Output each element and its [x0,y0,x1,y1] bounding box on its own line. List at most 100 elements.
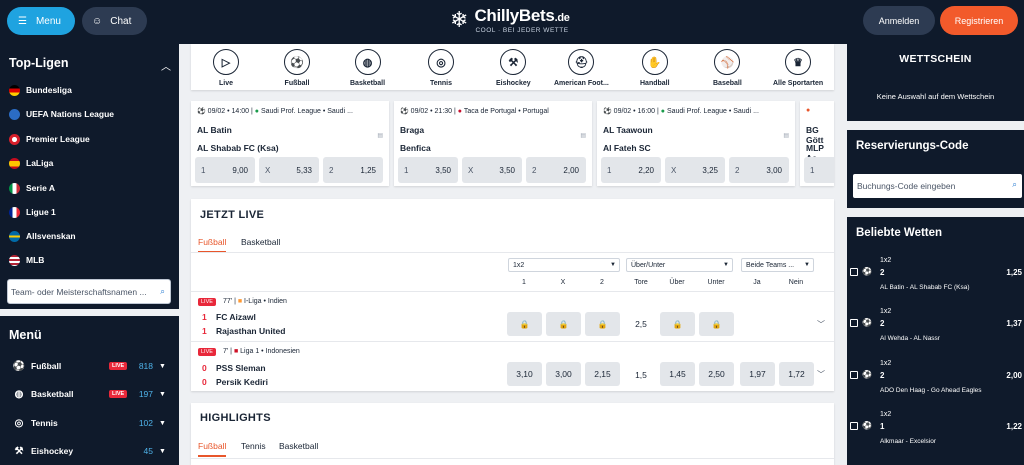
sport-all[interactable]: ♛ Alle Sportarten [773,49,823,87]
chevron-down-icon[interactable]: ▼ [159,448,166,455]
flag-icon [9,108,20,120]
tab-football[interactable]: Fußball [198,237,227,253]
bet-odd: 1,25 [1006,268,1022,277]
odd-button[interactable]: 2 3,00 [729,157,789,183]
basketball-icon: ◍ [354,49,381,75]
tab-basketball[interactable]: Basketball [279,441,318,451]
sport-tennis[interactable]: ◎ Tennis [428,49,454,87]
logo[interactable]: ❄ ChillyBets.de COOL · BEI JEDER WETTE [450,6,570,34]
chevron-down-icon[interactable]: ﹀ [817,319,825,330]
chevron-up-icon[interactable]: ︿ [161,58,171,73]
odd-button[interactable]: X 5,33 [259,157,319,183]
popular-bet[interactable]: ⚽ 1x2 1 1,22 Alkmaar - Excelsior [850,411,1022,455]
league-item[interactable]: Serie A [9,181,55,195]
event-card[interactable]: ● BG Gött MLP Ac 1 [800,101,834,186]
odd-button[interactable]: 1 3,50 [398,157,458,183]
chevron-down-icon[interactable]: ﹀ [817,369,825,380]
event-card[interactable]: ⚽ 09/02 • 14:00 | ● Saudi Prof. League •… [191,101,389,186]
football-icon: ⚽ [603,108,612,115]
chevron-down-icon[interactable]: ▼ [159,391,166,398]
odd-button[interactable]: X 3,50 [462,157,522,183]
league-item[interactable]: Premier League [9,132,90,146]
stats-icon[interactable]: ▤ [377,132,383,139]
login-button[interactable]: Anmelden [863,6,935,35]
popular-bet[interactable]: ⚽ 1x2 2 1,37 Al Wehda - AL Nassr [850,308,1022,352]
bet-checkbox[interactable] [850,371,858,379]
chevron-down-icon[interactable]: ▼ [159,420,166,427]
sport-baseball[interactable]: ⚾ Baseball [713,49,742,87]
sport-american-football[interactable]: ⛑ American Foot... [554,49,609,87]
bet-checkbox[interactable] [850,422,858,430]
away-team[interactable]: Rajasthan United [216,326,285,336]
league-search-input[interactable]: Team- oder Meisterschaftsnamen ... ⌕ [7,279,171,304]
odd-button[interactable]: 3,00 [546,362,581,386]
odd-button[interactable]: 3,10 [507,362,542,386]
search-icon[interactable]: ⌕ [1012,179,1017,190]
odd-button[interactable]: 1,45 [660,362,695,386]
stats-icon[interactable]: ▤ [580,132,586,139]
home-team[interactable]: PSS Sleman [216,363,266,373]
flag-icon [9,133,20,145]
odd-button[interactable]: 1,72 [779,362,814,386]
register-button[interactable]: Registrieren [940,6,1018,35]
home-team[interactable]: FC Aizawl [216,312,256,322]
event-card[interactable]: ⚽ 09/02 • 21:30 | ● Taca de Portugal • P… [394,101,592,186]
bet-match: ADO Den Haag - Go Ahead Eagles [880,387,982,394]
league-item[interactable]: Bundesliga [9,83,72,97]
goals-line: 1,5 [635,370,647,380]
market-select-over-under[interactable]: Über/Unter ▼ [626,258,733,272]
flag-icon: ■ [233,348,239,355]
live-badge: LIVE [198,348,216,356]
odd-button[interactable]: X 3,25 [665,157,725,183]
popular-bet[interactable]: ⚽ 1x2 2 1,25 AL Batin - AL Shabab FC (Ksa) [850,257,1022,301]
sport-icehockey[interactable]: ⚒ Eishockey [496,49,531,87]
chevron-down-icon[interactable]: ▼ [159,363,166,370]
menu-item-football[interactable]: ⚽ Fußball LIVE 818 ▼ [12,359,170,373]
tab-football[interactable]: Fußball [198,441,227,457]
event-count: 197 [138,389,153,399]
tab-basketball[interactable]: Basketball [241,237,280,247]
menu-item-basketball[interactable]: ◍ Basketball LIVE 197 ▼ [12,387,170,401]
league-item[interactable]: Allsvenskan [9,229,76,243]
sport-basketball[interactable]: ◍ Basketball [350,49,385,87]
stats-icon[interactable]: ▤ [783,132,789,139]
odd-value: 1,25 [360,165,376,175]
booking-code-input[interactable]: Buchungs-Code eingeben ⌕ [853,174,1022,198]
betslip-title: WETTSCHEIN [899,53,972,65]
tab-tennis[interactable]: Tennis [241,441,266,451]
bet-checkbox[interactable] [850,268,858,276]
odd-button[interactable]: 1 [804,157,834,183]
league-item[interactable]: LaLiga [9,156,53,170]
bet-checkbox[interactable] [850,319,858,327]
league-item[interactable]: UEFA Nations League [9,107,114,121]
sport-football[interactable]: ⚽ Fußball [284,49,310,87]
flag-icon [9,230,20,242]
odd-value: 3,50 [435,165,451,175]
menu-item-tennis[interactable]: ◎ Tennis 102 ▼ [12,416,170,430]
sport-handball[interactable]: ✋ Handball [640,49,670,87]
market-select-1x2[interactable]: 1x2 ▼ [508,258,620,272]
odd-button[interactable]: 1 2,20 [601,157,661,183]
bet-match: Al Wehda - AL Nassr [880,335,940,342]
odd-button[interactable]: 2 1,25 [323,157,383,183]
league-label: Premier League [26,134,90,144]
dropdown-arrow-icon: ▼ [723,262,729,268]
event-count: 818 [138,361,153,371]
sport-live[interactable]: ▷ Live [213,49,239,87]
menu-item-icehockey[interactable]: ⚒ Eishockey 45 ▼ [12,444,170,458]
menu-button[interactable]: ☰ Menu [7,7,75,35]
league-item[interactable]: Ligue 1 [9,205,56,219]
odd-button[interactable]: 2,15 [585,362,620,386]
away-team[interactable]: Persik Kediri [216,377,268,387]
event-card[interactable]: ⚽ 09/02 • 16:00 | ● Saudi Prof. League •… [597,101,795,186]
market-select-both-teams[interactable]: Beide Teams ... ▼ [741,258,814,272]
odd-button[interactable]: 2,50 [699,362,734,386]
chat-button[interactable]: ☺ Chat [82,7,147,35]
menu-title: Menü [9,328,42,342]
odd-button[interactable]: 1 9,00 [195,157,255,183]
odd-button[interactable]: 1,97 [740,362,775,386]
popular-bet[interactable]: ⚽ 1x2 2 2,00 ADO Den Haag - Go Ahead Eagles [850,360,1022,404]
bet-selection: 2 [880,371,885,380]
league-item[interactable]: MLB [9,253,44,267]
odd-button[interactable]: 2 2,00 [526,157,586,183]
